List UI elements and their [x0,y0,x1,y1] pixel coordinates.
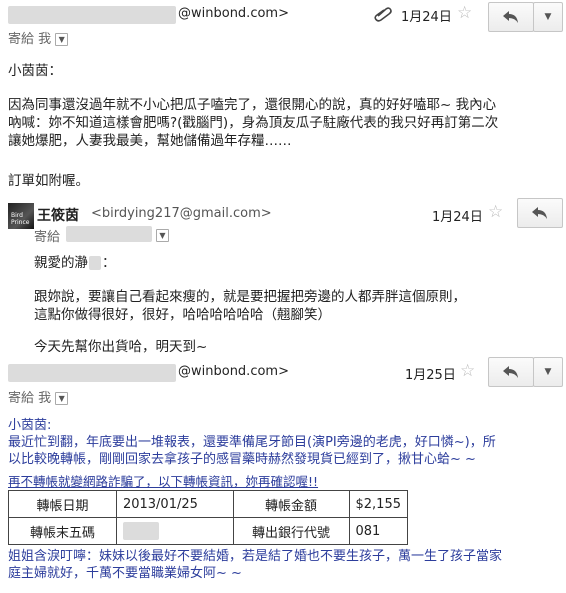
sender-name: 王筱茵 [37,208,79,224]
star-icon[interactable]: ☆ [460,361,475,381]
email1-closing: 訂單如附喔。 [8,173,89,189]
avatar: Bird Prince [8,203,34,229]
star-icon[interactable]: ☆ [488,202,503,222]
redacted-name [89,256,101,270]
star-icon[interactable]: ☆ [457,3,472,23]
email3-body: 最近忙到翻，年底要出一堆報表，還要準備尾牙節目(演PI旁邊的老虎，好口憐~)，所… [8,435,496,467]
table-cell: 轉出銀行代號 [232,517,350,545]
email3-footer: 姐姐含淚叮嚀：妹妹以後最好不要結婚，若是結了婚也不要生孩子，萬一生了孩子當家 庭… [8,549,503,581]
table-cell: 轉帳末五碼 [8,517,117,545]
email3-greeting: 小茵茵: [8,418,52,433]
table-cell [115,517,234,545]
reply-button[interactable] [488,2,534,32]
more-options-button[interactable]: ▼ [533,2,563,32]
recipient-line[interactable]: 寄給 我 ▼ [8,28,69,47]
chevron-down-icon[interactable]: ▼ [156,229,169,242]
table-cell: 2013/01/25 [115,490,234,518]
email2-greeting: 親愛的瀞： [34,255,116,271]
table-row: 轉帳日期 2013/01/25 轉帳金額 $2,155 [8,490,408,518]
redacted-sender-name [8,364,176,382]
email-date: 1月25日 [405,368,456,383]
redacted-account-digits [122,522,159,540]
reply-icon [503,11,518,23]
table-row: 轉帳末五碼 轉出銀行代號 081 [8,517,408,545]
email2-body: 跟妳說，要讓自己看起來瘦的，就是要把握把旁邊的人都弄胖這個原則， 這點你做得很好… [34,289,466,323]
sender-email: <birdying217@gmail.com> [91,206,272,221]
email-date: 1月24日 [401,10,452,25]
table-cell: 081 [348,517,408,545]
redacted-sender-name [8,6,176,24]
redacted-recipient [66,226,152,242]
reply-button[interactable] [488,357,534,387]
email2-closing: 今天先幫你出貨哈，明天到~ [34,339,208,355]
more-options-button[interactable]: ▼ [533,357,563,387]
recipient-line[interactable]: 寄給 我 ▼ [8,387,69,406]
email1-body: 因為同事還沒過年就不小心把瓜子嗑完了，還很開心的說，真的好好嗑耶~ 我內心 吶喊… [8,97,499,149]
email1-greeting: 小茵茵： [8,63,62,79]
email3-warning: 再不轉帳就變網路詐騙了，以下轉帳資訊，妳再確認喔!! [8,474,319,489]
reply-icon [503,366,518,378]
chevron-down-icon[interactable]: ▼ [55,392,69,405]
paperclip-icon[interactable] [373,6,393,22]
chevron-down-icon[interactable]: ▼ [55,33,69,46]
sender-email: @winbond.com> [178,6,289,21]
table-cell: $2,155 [348,490,408,518]
chevron-down-icon: ▼ [544,12,552,22]
reply-icon [532,207,547,219]
table-cell: 轉帳日期 [8,490,117,518]
transfer-info-table: 轉帳日期 2013/01/25 轉帳金額 $2,155 轉帳末五碼 轉出銀行代號… [8,490,408,545]
sender-email: @winbond.com> [178,364,289,379]
email-date: 1月24日 [432,210,483,225]
reply-button[interactable] [517,198,563,228]
chevron-down-icon: ▼ [544,367,552,377]
table-cell: 轉帳金額 [232,490,350,518]
recipient-line[interactable]: 寄給 [34,226,60,245]
